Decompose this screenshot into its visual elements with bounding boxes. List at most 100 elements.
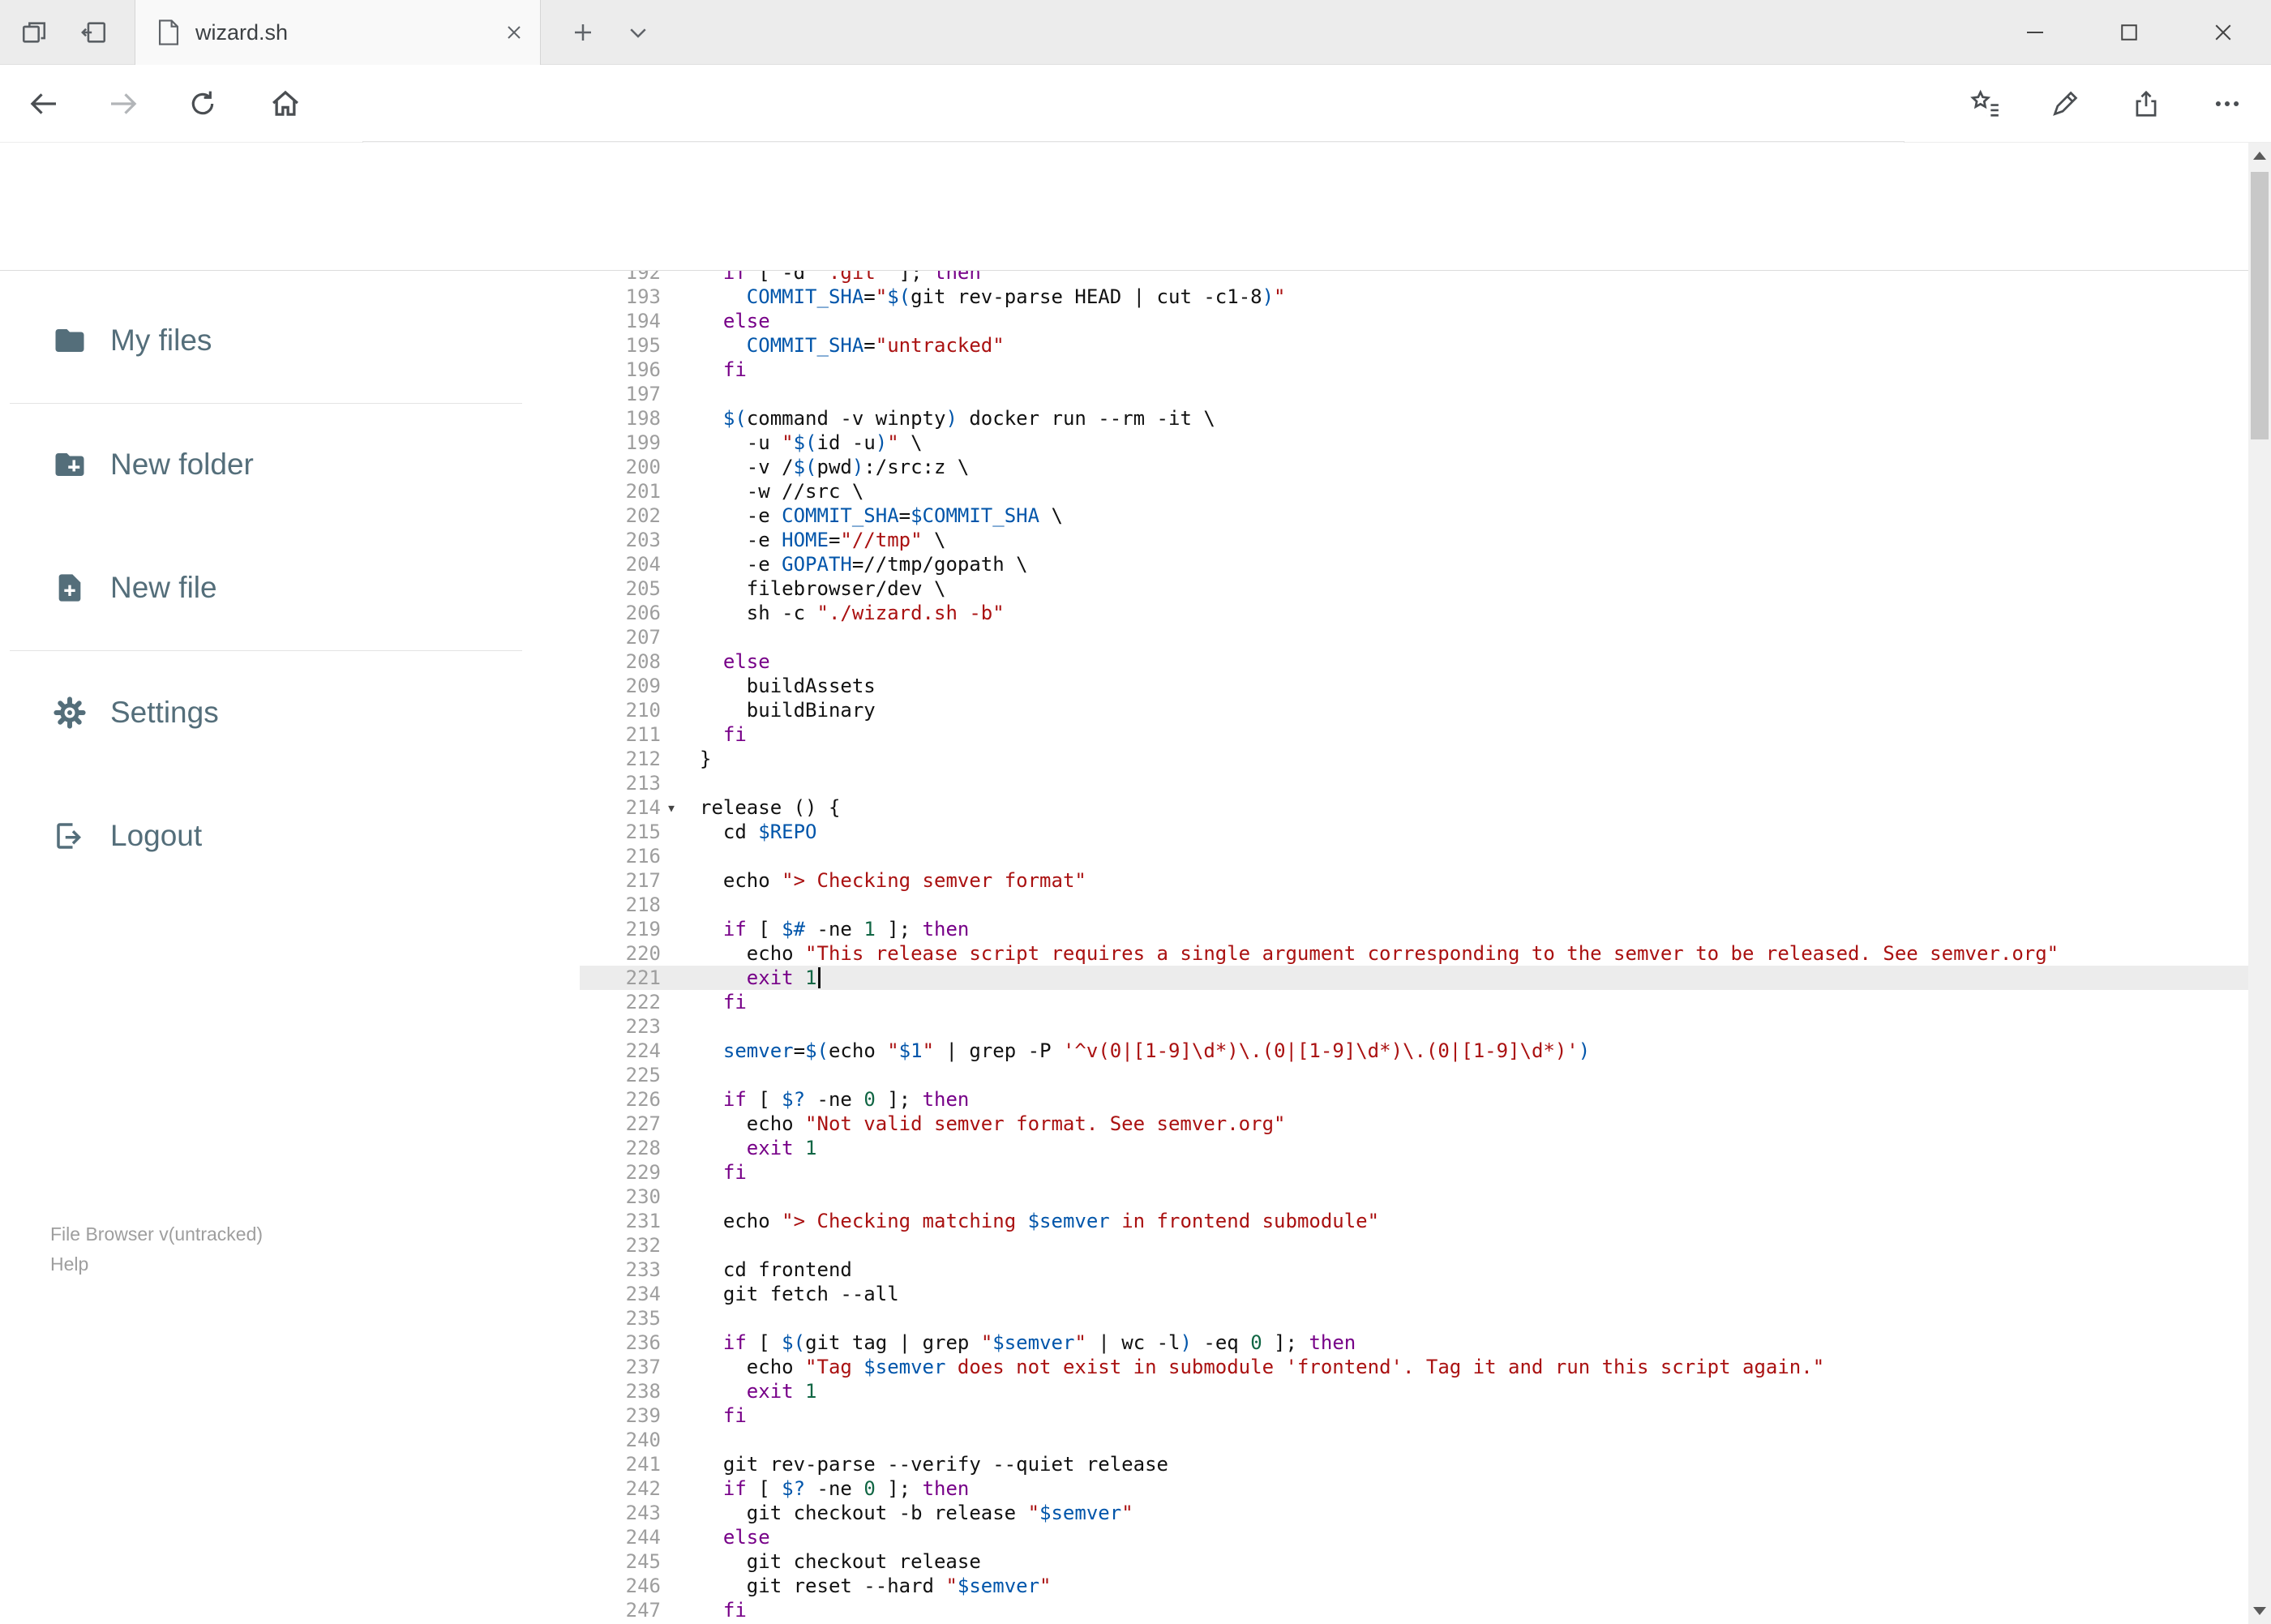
code-line[interactable]: 246 git reset --hard "$semver" xyxy=(580,1574,2248,1598)
code-line[interactable]: 232 xyxy=(580,1233,2248,1258)
browser-tab[interactable]: wizard.sh xyxy=(135,0,541,65)
close-tab-icon[interactable] xyxy=(496,15,532,50)
scroll-down-icon[interactable] xyxy=(2248,1598,2271,1624)
code-line[interactable]: 219 if [ $# -ne 1 ]; then xyxy=(580,917,2248,941)
help-link[interactable]: Help xyxy=(50,1249,263,1279)
code-line[interactable]: 228 exit 1 xyxy=(580,1136,2248,1160)
tabs-chevron-icon[interactable] xyxy=(618,15,658,50)
code-line[interactable]: 239 fi xyxy=(580,1403,2248,1428)
code-line[interactable]: 227 echo "Not valid semver format. See s… xyxy=(580,1112,2248,1136)
tab-preview-icon[interactable] xyxy=(11,15,57,50)
code-line[interactable]: 207 xyxy=(580,625,2248,649)
code-line[interactable]: 240 xyxy=(580,1428,2248,1452)
code-line[interactable]: 231 echo "> Checking matching $semver in… xyxy=(580,1209,2248,1233)
code-line[interactable]: 208 else xyxy=(580,649,2248,674)
code-line[interactable]: 211 fi xyxy=(580,722,2248,747)
code-line[interactable]: 243 git checkout -b release "$semver" xyxy=(580,1501,2248,1525)
set-tabs-aside-icon[interactable] xyxy=(71,15,117,50)
code-line[interactable]: 236 if [ $(git tag | grep "$semver" | wc… xyxy=(580,1330,2248,1355)
code-line[interactable]: 222 fi xyxy=(580,990,2248,1014)
ink-pen-icon[interactable] xyxy=(2037,78,2093,130)
code-line[interactable]: 216 xyxy=(580,844,2248,868)
code-line[interactable]: 230 xyxy=(580,1185,2248,1209)
code-line[interactable]: 241 git rev-parse --verify --quiet relea… xyxy=(580,1452,2248,1476)
code-line[interactable]: 202 -e COMMIT_SHA=$COMMIT_SHA \ xyxy=(580,503,2248,528)
code-line[interactable]: 215 cd $REPO xyxy=(580,820,2248,844)
code-editor[interactable]: 192 if [ -d ".git" ]; then 193 COMMIT_SHA… xyxy=(580,271,2248,1624)
line-number: 246 xyxy=(625,1575,661,1597)
code-line[interactable]: 235 xyxy=(580,1306,2248,1330)
new-tab-icon[interactable] xyxy=(563,15,603,50)
sidebar-item-settings[interactable]: Settings xyxy=(0,674,580,752)
ellipsis-icon[interactable] xyxy=(2199,78,2256,130)
code-line[interactable]: 238 exit 1 xyxy=(580,1379,2248,1403)
code-text: git reset --hard "$semver" xyxy=(700,1575,1052,1597)
code-line[interactable]: 225 xyxy=(580,1063,2248,1087)
fold-gutter xyxy=(661,1209,682,1233)
code-line[interactable]: 242 if [ $? -ne 0 ]; then xyxy=(580,1476,2248,1501)
sidebar-item-my-files[interactable]: My files xyxy=(0,302,580,379)
sidebar-item-logout[interactable]: Logout xyxy=(0,797,580,875)
code-line[interactable]: 200 -v /$(pwd):/src:z \ xyxy=(580,455,2248,479)
scroll-up-icon[interactable] xyxy=(2248,143,2271,169)
code-line[interactable]: 244 else xyxy=(580,1525,2248,1549)
text-cursor xyxy=(817,967,821,988)
code-text: -e GOPATH=//tmp/gopath \ xyxy=(700,553,1028,576)
home-icon[interactable] xyxy=(259,78,311,130)
code-line[interactable]: 203 -e HOME="//tmp" \ xyxy=(580,528,2248,552)
code-line[interactable]: 218 xyxy=(580,893,2248,917)
code-line[interactable]: 221 exit 1 xyxy=(580,966,2248,990)
code-line[interactable]: 209 buildAssets xyxy=(580,674,2248,698)
close-window-button[interactable] xyxy=(2181,0,2265,65)
line-number: 231 xyxy=(625,1210,661,1232)
code-line[interactable]: 229 fi xyxy=(580,1160,2248,1185)
code-line[interactable]: 193 COMMIT_SHA="$(git rev-parse HEAD | c… xyxy=(580,285,2248,309)
hub-icon[interactable] xyxy=(1957,78,2014,130)
code-line[interactable]: 214 ▾ release () { xyxy=(580,795,2248,820)
code-line[interactable]: 194 else xyxy=(580,309,2248,333)
code-line[interactable]: 204 -e GOPATH=//tmp/gopath \ xyxy=(580,552,2248,576)
fold-marker-icon[interactable]: ▾ xyxy=(661,795,682,820)
code-line[interactable]: 199 -u "$(id -u)" \ xyxy=(580,431,2248,455)
sidebar-item-new-folder[interactable]: New folder xyxy=(0,426,580,503)
code-line[interactable]: 226 if [ $? -ne 0 ]; then xyxy=(580,1087,2248,1112)
fold-gutter xyxy=(661,382,682,406)
code-line[interactable]: 212} xyxy=(580,747,2248,771)
code-text: } xyxy=(700,748,712,770)
refresh-icon[interactable] xyxy=(177,78,229,130)
code-line[interactable]: 237 echo "Tag $semver does not exist in … xyxy=(580,1355,2248,1379)
new-file-icon xyxy=(50,572,89,604)
fold-gutter xyxy=(661,1355,682,1379)
fold-gutter xyxy=(661,1549,682,1574)
code-line[interactable]: 192 if [ -d ".git" ]; then xyxy=(580,271,2248,285)
minimize-window-button[interactable] xyxy=(1993,0,2077,65)
code-line[interactable]: 247 fi xyxy=(580,1598,2248,1622)
code-line[interactable]: 195 COMMIT_SHA="untracked" xyxy=(580,333,2248,358)
fold-gutter xyxy=(661,1403,682,1428)
code-line[interactable]: 217 echo "> Checking semver format" xyxy=(580,868,2248,893)
share-icon[interactable] xyxy=(2118,78,2175,130)
code-line[interactable]: 196 fi xyxy=(580,358,2248,382)
code-text: git fetch --all xyxy=(700,1283,899,1305)
scrollbar-thumb[interactable] xyxy=(2251,172,2269,439)
code-line[interactable]: 213 xyxy=(580,771,2248,795)
maximize-window-button[interactable] xyxy=(2087,0,2171,65)
code-line[interactable]: 233 cd frontend xyxy=(580,1258,2248,1282)
code-line[interactable]: 201 -w //src \ xyxy=(580,479,2248,503)
back-icon[interactable] xyxy=(18,78,70,130)
code-line[interactable]: 234 git fetch --all xyxy=(580,1282,2248,1306)
code-line[interactable]: 197 xyxy=(580,382,2248,406)
browser-address-bar: filebrowser.web/files/wizard.sh xyxy=(0,65,2271,198)
code-text: echo "> Checking matching $semver in fro… xyxy=(700,1210,1380,1232)
code-line[interactable]: 198 $(command -v winpty) docker run --rm… xyxy=(580,406,2248,431)
sidebar-item-new-file[interactable]: New file xyxy=(0,549,580,627)
code-line[interactable]: 206 sh -c "./wizard.sh -b" xyxy=(580,601,2248,625)
code-line[interactable]: 224 semver=$(echo "$1" | grep -P '^v(0|[… xyxy=(580,1039,2248,1063)
code-line[interactable]: 245 git checkout release xyxy=(580,1549,2248,1574)
code-line[interactable]: 210 buildBinary xyxy=(580,698,2248,722)
code-line[interactable]: 220 echo "This release script requires a… xyxy=(580,941,2248,966)
forward-icon[interactable] xyxy=(97,78,149,130)
code-line[interactable]: 205 filebrowser/dev \ xyxy=(580,576,2248,601)
code-line[interactable]: 223 xyxy=(580,1014,2248,1039)
page-scrollbar[interactable] xyxy=(2248,143,2271,1624)
